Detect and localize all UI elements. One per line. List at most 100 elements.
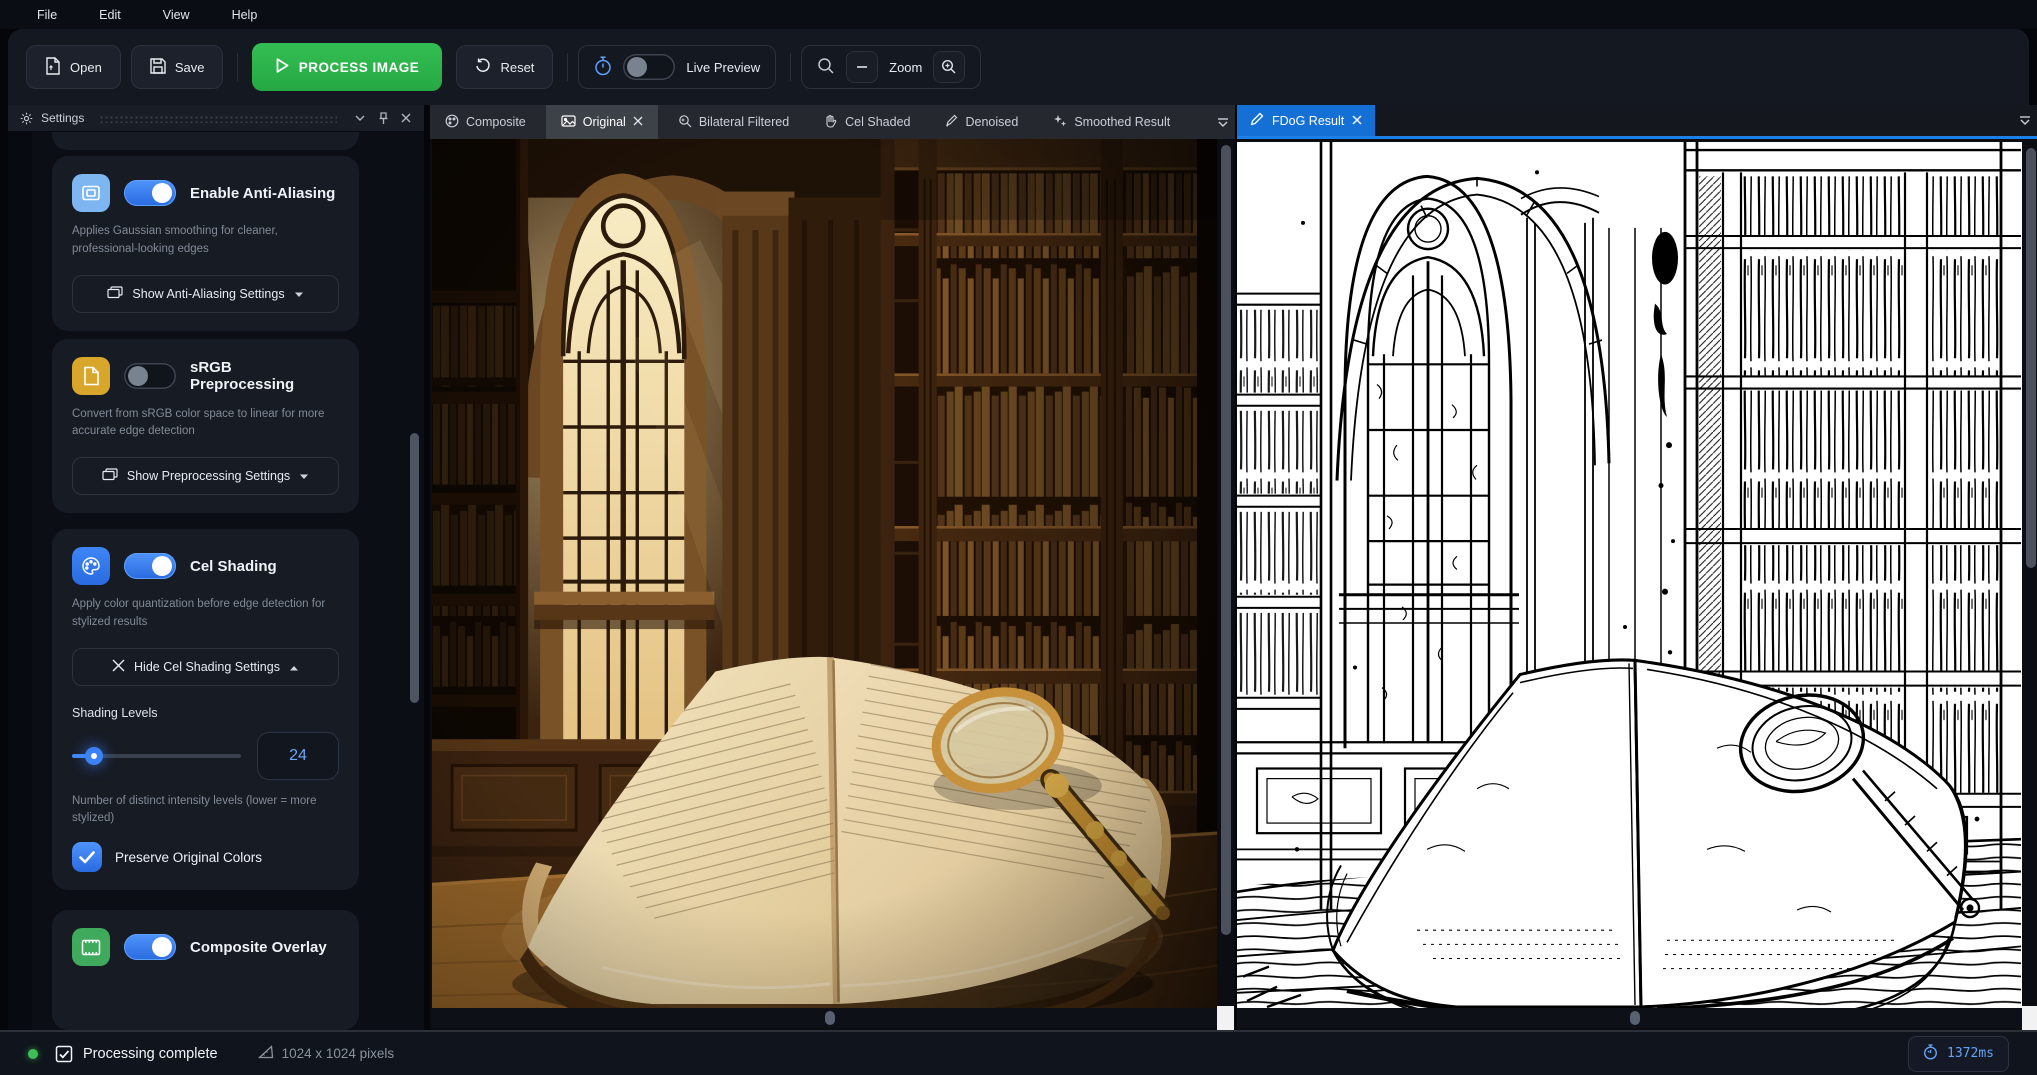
brush-icon [945,114,958,131]
search-icon [817,57,835,78]
tab-denoised[interactable]: Denoised [930,105,1033,139]
tab-list-dropdown-icon[interactable] [1217,105,1229,139]
preserve-colors-label: Preserve Original Colors [115,850,262,865]
tab-list-dropdown-icon[interactable] [2019,105,2031,136]
menu-file[interactable]: File [16,3,78,27]
process-image-label: PROCESS IMAGE [299,60,420,75]
close-tab-icon[interactable] [1352,114,1362,128]
shading-levels-slider[interactable] [72,754,241,758]
toggle-knob [152,556,172,576]
srgb-toggle[interactable] [124,363,176,389]
live-preview-toggle[interactable] [623,54,675,80]
toolbar: Open Save PROCESS IMAGE Reset Live Previ… [8,29,2029,105]
menu-edit[interactable]: Edit [78,3,142,27]
scrollbar-thumb[interactable] [2026,148,2036,568]
fdog-result-viewport[interactable] [1237,142,2022,1008]
anti-aliasing-toggle[interactable] [124,180,176,206]
tab-composite[interactable]: Composite [430,105,541,139]
settings-panel-header[interactable]: Settings [8,105,424,132]
srgb-document-icon [72,357,110,395]
toggle-knob [627,57,647,77]
zoom-in-button[interactable] [933,51,965,83]
cel-shading-description: Apply color quantization before edge det… [72,596,339,632]
reset-icon [475,58,491,77]
tab-original[interactable]: Original [546,105,658,139]
srgb-preprocessing-card: sRGB Preprocessing Convert from sRGB col… [52,339,359,514]
open-label: Open [70,60,102,75]
viewer-scrollbar-corner [1217,1006,1234,1030]
hide-cel-shading-settings-button[interactable]: Hide Cel Shading Settings [72,648,339,686]
scrollbar-thumb[interactable] [1221,145,1231,935]
cel-shading-card: Cel Shading Apply color quantization bef… [52,529,359,890]
cel-shaded-icon [824,114,838,131]
show-anti-aliasing-settings-button[interactable]: Show Anti-Aliasing Settings [72,275,339,313]
settings-scrollbar[interactable] [410,433,419,703]
composite-icon [445,114,459,131]
processing-time-badge: 1372ms [1908,1036,2009,1072]
show-preprocessing-settings-button[interactable]: Show Preprocessing Settings [72,457,339,495]
processing-time-text: 1372ms [1947,1046,1994,1061]
slider-thumb[interactable] [85,747,103,765]
image-icon [561,115,576,130]
composite-overlay-card: Composite Overlay [52,910,359,1030]
sparkles-icon [1053,114,1067,131]
film-frame-icon [72,928,110,966]
zoom-group: Zoom [801,45,981,89]
close-icon [112,659,125,675]
hide-cel-shading-settings-label: Hide Cel Shading Settings [134,660,280,674]
tab-label: FDoG Result [1272,114,1344,128]
pencil-icon [1250,112,1264,129]
cel-shading-title: Cel Shading [190,558,277,575]
play-icon [276,58,289,76]
app-window: File Edit View Help Open Save PROCESS IM… [0,0,2037,1075]
srgb-description: Convert from sRGB color space to linear … [72,406,339,442]
menu-view[interactable]: View [142,3,211,27]
toggle-knob [152,183,172,203]
composite-overlay-toggle[interactable] [124,934,176,960]
cel-shading-toggle[interactable] [124,553,176,579]
settings-scroll-area[interactable]: Enable Anti-Aliasing Applies Gaussian sm… [8,132,424,1030]
tab-label: Bilateral Filtered [699,115,789,129]
show-anti-aliasing-settings-label: Show Anti-Aliasing Settings [132,287,284,301]
viewer-vertical-scrollbar[interactable] [1219,141,1233,1004]
close-icon[interactable] [398,110,414,126]
original-image-viewport[interactable] [432,139,1217,1008]
pin-icon[interactable] [375,110,391,126]
gear-icon [18,110,34,126]
layers-icon [102,468,118,484]
menu-bar: File Edit View Help [0,0,2037,29]
result-horizontal-scrollbar[interactable] [1237,1008,2022,1028]
scrollbar-thumb[interactable] [1630,1011,1640,1025]
toolbar-divider [790,53,791,81]
open-button[interactable]: Open [26,45,121,89]
close-tab-icon[interactable] [633,115,643,129]
tab-fdog-result[interactable]: FDoG Result [1237,105,1375,136]
chevron-up-icon [289,660,299,674]
menu-help[interactable]: Help [211,3,279,27]
zoom-out-button[interactable] [846,51,878,83]
tab-label: Smoothed Result [1074,115,1170,129]
save-button[interactable]: Save [131,45,224,89]
preserve-colors-checkbox[interactable] [72,842,102,872]
process-image-button[interactable]: PROCESS IMAGE [252,43,442,91]
tab-label: Denoised [965,115,1018,129]
result-vertical-scrollbar[interactable] [2024,144,2037,1004]
chevron-down-icon [294,287,304,301]
scrollbar-thumb[interactable] [825,1011,835,1025]
tab-label: Cel Shaded [845,115,910,129]
toolbar-divider [567,53,568,81]
tab-label: Composite [466,115,526,129]
tab-smoothed-result[interactable]: Smoothed Result [1038,105,1185,139]
tab-label: Original [583,115,626,129]
chevron-down-icon[interactable] [352,110,368,126]
toggle-knob [128,366,148,386]
tab-bilateral-filtered[interactable]: Bilateral Filtered [663,105,804,139]
shading-levels-value[interactable]: 24 [257,732,339,780]
reset-button[interactable]: Reset [456,45,553,89]
viewer-horizontal-scrollbar[interactable] [432,1008,1217,1028]
srgb-title: sRGB Preprocessing [190,359,339,393]
tab-cel-shaded[interactable]: Cel Shaded [809,105,925,139]
reset-label: Reset [500,60,534,75]
stopwatch-icon [594,56,612,79]
stopwatch-icon [1923,1044,1938,1064]
